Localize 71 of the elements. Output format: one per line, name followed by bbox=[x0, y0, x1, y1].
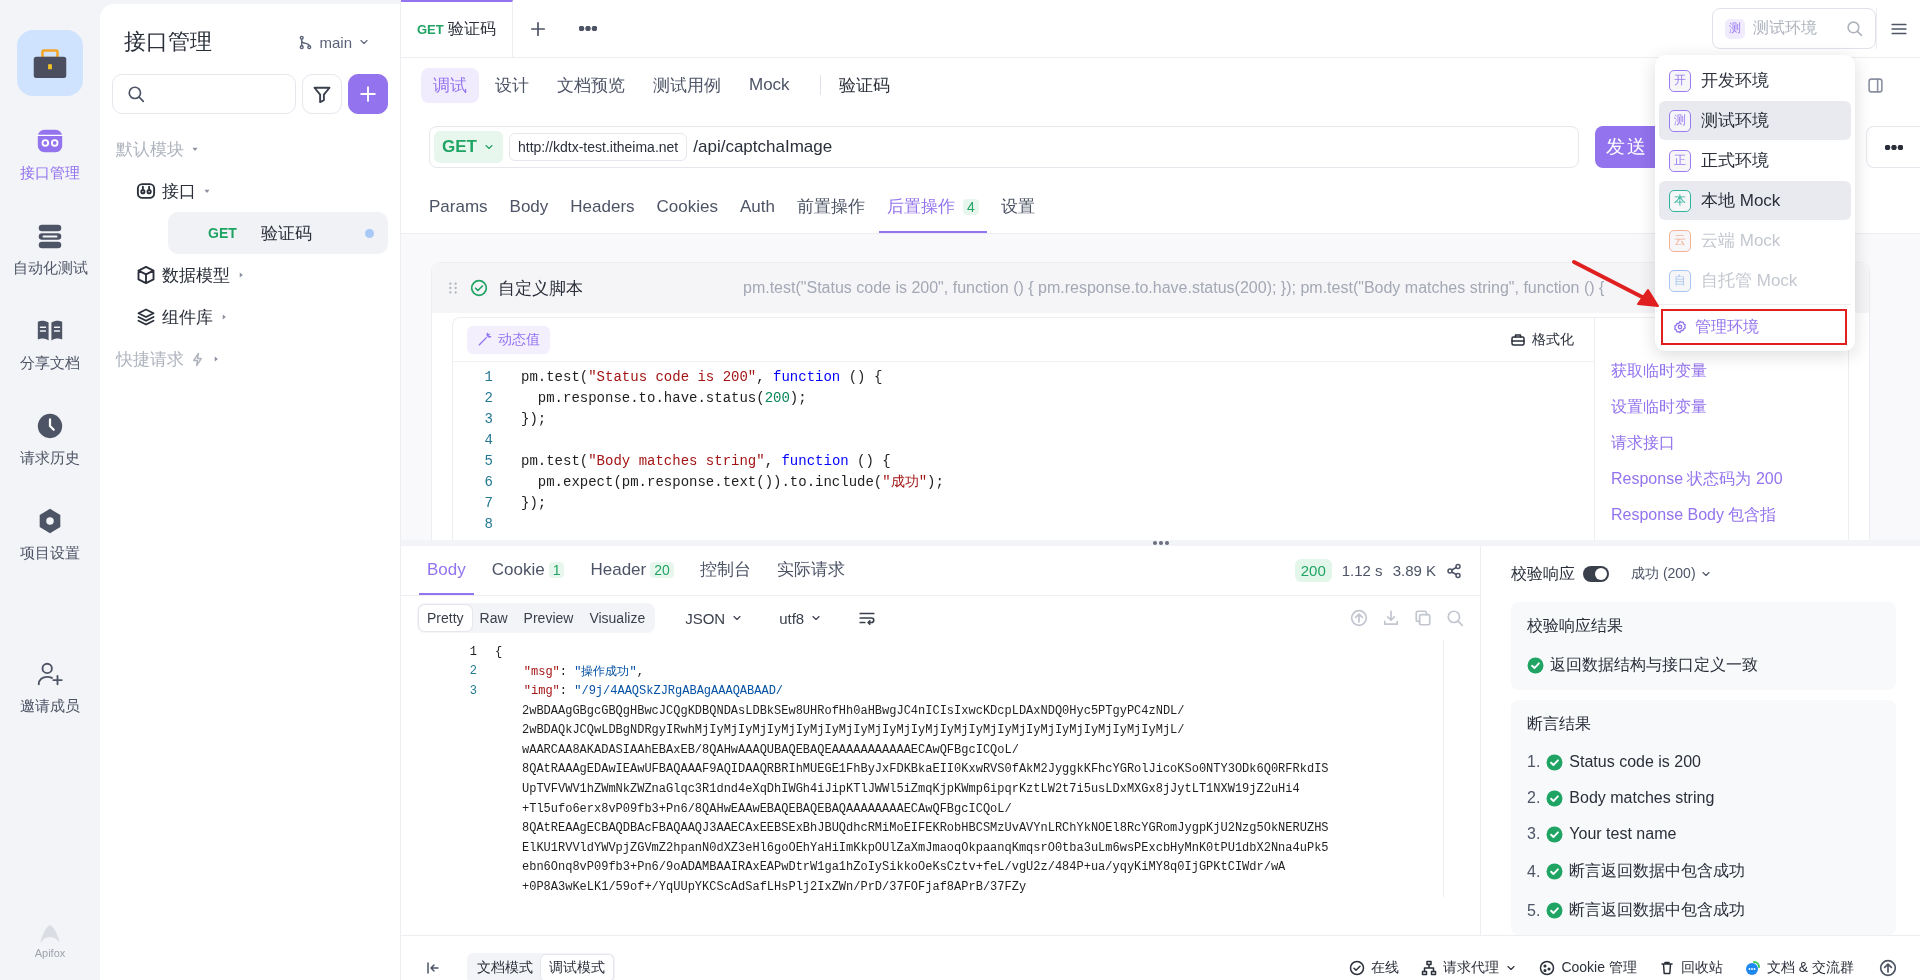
json-line: +Tl5ufo6erx8vP09fb3+Pn6/8QAHwEAAwEBAQEBAQEBAQAAAAAAAAECAwQFBgcICQoL/ bbox=[522, 801, 1012, 816]
json-line: wAARCAA8AKADASIAAhEBAxEB/8QAHwAAAQUBAQEBAQEAAAAAAAAAAAECAwQFBgcICQoL/ bbox=[522, 742, 1019, 757]
environment-badge: 自 bbox=[1669, 269, 1691, 292]
code-line: pm.test("Status code is 200", function () { bbox=[521, 368, 883, 385]
script-title: 自定义脚本 bbox=[498, 277, 583, 300]
code-line: pm.test("Body matches string", function () { bbox=[521, 452, 891, 469]
validation-label: 校验响应 bbox=[1511, 563, 1575, 584]
json-line: ElKU1RVVldYWVpjZGVmZ2hpanN0dXZ3eHl6goOEhYaHiImKkpOUlZaXmJmaoqOkpaanqKmqsrO0tba3uLm6wsPExcbHyMnK0tPU1dbX2Nna4uPk5 bbox=[522, 840, 1329, 855]
item-label: 组件库 bbox=[162, 306, 213, 329]
item-label: 快捷请求 bbox=[116, 348, 184, 371]
json-line: +0P8A3wKeLK1/59of+/YqUUpYKCScAdSafLHsPlj2IxZWn/PrD/37FOFjaf8APrB/37FZy bbox=[522, 879, 1027, 894]
environment-badge: 测 bbox=[1725, 18, 1745, 39]
environment-badge: 云 bbox=[1669, 229, 1691, 252]
environment-badge: 本 bbox=[1669, 189, 1691, 212]
assertion-text: Status code is 200 bbox=[1569, 753, 1701, 771]
json-line: ebn6Onq8vP09fb3+Pn6/9oADAMBAAIRAxEAPwDtrW1ga1hZoIySikkoOeKsCztv+feL/vgU2z/484P+ua/yqyKiMY8q0IjGPKtCIWdr/wA bbox=[522, 860, 1286, 875]
environment-name: 测试环境 bbox=[1753, 18, 1818, 38]
line-number: 6 bbox=[483, 473, 493, 490]
result-text: 返回数据结构与接口定义一致 bbox=[1550, 655, 1758, 675]
count-badge: 1 bbox=[548, 561, 565, 578]
base-url: http://kdtx-test.itheima.net bbox=[508, 133, 688, 161]
item-label: 接口 bbox=[162, 180, 196, 203]
status-code: 200 bbox=[1294, 559, 1332, 582]
list-number: 3. bbox=[1527, 825, 1541, 843]
environment-badge: 测 bbox=[1669, 109, 1691, 132]
item-label: 数据模型 bbox=[162, 264, 230, 287]
json-line: UpTVFVWV1hZWmNkZWZnaGlqc3R1dnd4eXqDhIWGh4iJipKTlJWWl5iZmqKjpKWmp6ipqrKztLW2t7i5usLDxMXGx8jJytLT1NXW19jZ2uHi4 bbox=[522, 781, 1300, 796]
code-line: pm.expect(pm.response.text()).to.include("成功"); bbox=[536, 472, 944, 491]
line-number: 2 bbox=[468, 664, 477, 679]
count-badge: 4 bbox=[963, 198, 979, 215]
assertion-text: 断言返回数据中包含成功 bbox=[1569, 861, 1746, 881]
assertion-text: Body matches string bbox=[1569, 789, 1715, 807]
json-line: { bbox=[495, 644, 503, 659]
item-label: 默认模块 bbox=[116, 138, 184, 161]
response-time: 1.12 s bbox=[1341, 562, 1383, 579]
line-number: 2 bbox=[483, 389, 493, 406]
code-line: pm.response.to.have.status(200); bbox=[536, 389, 807, 406]
json-line: 8QAtREAAgECBAQDBAcFBAQAAQJ3AAECAxEEBSExBhJBUQdhcRMiMoEIFEKRobHBCSMzUvAVYnLRChYkNOEl8RcYGRomJygpKjU2Nzg5OkNERUZHS bbox=[522, 821, 1329, 836]
brand-name: Apifox bbox=[34, 947, 66, 959]
code-line: }); bbox=[521, 494, 547, 511]
card-title: 校验响应结果 bbox=[1527, 616, 1624, 636]
assertion-text: 断言返回数据中包含成功 bbox=[1569, 900, 1746, 920]
count-badge: 20 bbox=[650, 561, 674, 578]
item-label: 验证码 bbox=[260, 222, 312, 245]
json-line: "msg": "操作成功", bbox=[522, 663, 644, 680]
panel-title: 接口管理 bbox=[124, 28, 212, 56]
list-number: 4. bbox=[1527, 862, 1541, 881]
json-line: 2wBDAAgGBgcGBQgHBwcJCQgKDBQNDAsLDBkSEw8UHRofHh0aHBwgJC4nICIsIxwcKDcpLDAxNDQ0Hyc5PTgyPC4zNDL/ bbox=[522, 703, 1185, 718]
card-title: 断言结果 bbox=[1527, 714, 1592, 734]
line-number: 1 bbox=[468, 644, 477, 659]
list-number: 5. bbox=[1527, 901, 1541, 920]
list-number: 1. bbox=[1527, 753, 1541, 771]
line-number: 4 bbox=[483, 431, 493, 448]
line-number: 1 bbox=[483, 368, 493, 385]
json-line: 8QAtRAAAgEDAwIEAwUFBAQAAAF9AQIDAAQRBRIhMUEGE1FhByJxFDKBkaEII0KxwRVS0fAkM2JyggkKFhcYGRolJicoKSo0NTY3ODk6Q0RFRkdIS bbox=[522, 762, 1329, 777]
line-number: 7 bbox=[483, 494, 493, 511]
assertion-text: Your test name bbox=[1569, 825, 1677, 843]
line-number: 3 bbox=[483, 410, 493, 427]
list-number: 2. bbox=[1527, 789, 1541, 807]
response-size: 3.89 K bbox=[1392, 562, 1436, 579]
environment-badge: 正 bbox=[1669, 149, 1691, 172]
method-label: GET bbox=[208, 225, 237, 241]
script-preview: pm.test("Status code is 200", function () { pm.response.to.have.status(200); }); pm.test("Body matches string", function () { bbox=[743, 279, 1605, 297]
code-line: }); bbox=[521, 410, 547, 427]
json-line: "img": "/9j/4AAQSkZJRgABAgAAAQABAAD/ bbox=[522, 684, 784, 698]
line-number: 8 bbox=[483, 515, 493, 532]
line-number: 3 bbox=[468, 684, 477, 698]
line-number: 5 bbox=[483, 452, 493, 469]
environment-badge: 开 bbox=[1669, 69, 1691, 92]
json-line: 2wBDAQkJCQwLDBgNDRgyIRwhMjIyMjIyMjIyMjIyMjIyMjIyMjIyMjIyMjIyMjIyMjIyMjIyMjIyMjIyMjIyMjIyMjL/ bbox=[522, 723, 1185, 738]
endpoint-name: 验证码 bbox=[838, 74, 890, 97]
